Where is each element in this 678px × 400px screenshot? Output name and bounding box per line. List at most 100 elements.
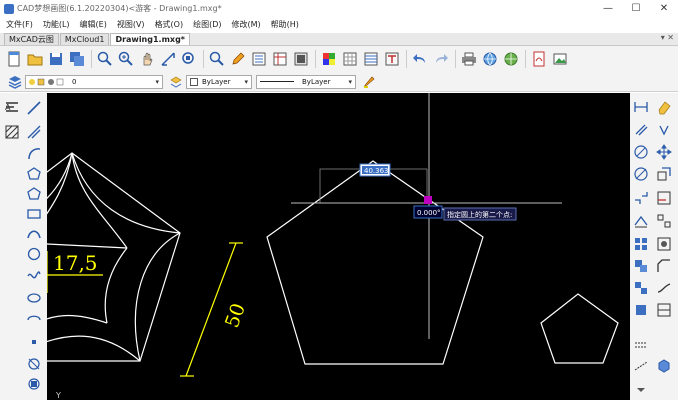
offset-icon[interactable] bbox=[631, 256, 651, 276]
fillet-icon[interactable] bbox=[654, 278, 674, 298]
eraser-icon[interactable] bbox=[654, 97, 674, 117]
menu-help[interactable]: 帮助(H) bbox=[271, 19, 299, 30]
menu-format[interactable]: 格式(O) bbox=[155, 19, 184, 30]
scroll-arrow-icon[interactable] bbox=[631, 378, 651, 398]
text-icon[interactable]: A bbox=[3, 99, 21, 117]
pentagon-small bbox=[540, 293, 619, 364]
angle-input-box[interactable]: 0.000° bbox=[413, 205, 443, 219]
maximize-button[interactable]: ☐ bbox=[622, 0, 650, 17]
pencil-icon[interactable] bbox=[228, 49, 248, 69]
copy-icon[interactable] bbox=[631, 120, 651, 140]
dimension-text-50: 50 bbox=[221, 300, 250, 330]
tab-drawing1[interactable]: Drawing1.mxg* bbox=[110, 33, 190, 45]
region-icon[interactable] bbox=[25, 375, 43, 393]
color-combo[interactable]: ByLayer ▾ bbox=[186, 74, 252, 89]
zoom-window-icon[interactable] bbox=[95, 49, 115, 69]
block-icon[interactable] bbox=[291, 49, 311, 69]
group-icon[interactable] bbox=[654, 234, 674, 254]
circle-icon[interactable] bbox=[25, 245, 43, 263]
minimize-button[interactable]: — bbox=[594, 0, 622, 17]
text-style-icon[interactable] bbox=[382, 49, 402, 69]
close-button[interactable]: ✕ bbox=[650, 0, 678, 17]
linetype-preview bbox=[260, 81, 294, 82]
color-value: ByLayer bbox=[202, 77, 231, 86]
title-bar: CAD梦想画图(6.1.20220304)<游客 - Drawing1.mxg*… bbox=[0, 0, 678, 17]
rotate-icon[interactable] bbox=[631, 164, 651, 184]
polygon-icon[interactable] bbox=[25, 165, 43, 183]
trim-icon[interactable] bbox=[654, 188, 674, 208]
ellipse-icon[interactable] bbox=[25, 289, 43, 307]
dimension-icon[interactable] bbox=[158, 49, 178, 69]
join-icon[interactable] bbox=[631, 300, 651, 320]
scale-icon[interactable] bbox=[654, 164, 674, 184]
color-palette-icon[interactable] bbox=[319, 49, 339, 69]
length-input-box[interactable]: 40.363 bbox=[359, 163, 391, 177]
menu-file[interactable]: 文件(F) bbox=[6, 19, 33, 30]
tab-mxcloud1[interactable]: MxCloud1 bbox=[59, 33, 110, 45]
menu-modify[interactable]: 修改(M) bbox=[232, 19, 261, 30]
redo-icon[interactable] bbox=[431, 49, 451, 69]
extend-icon[interactable] bbox=[631, 211, 651, 231]
explode-icon[interactable] bbox=[631, 278, 651, 298]
pdf-icon[interactable] bbox=[529, 49, 549, 69]
menu-draw[interactable]: 绘图(D) bbox=[193, 19, 221, 30]
spline-icon[interactable] bbox=[25, 265, 43, 283]
chamfer-icon[interactable] bbox=[654, 256, 674, 276]
properties-icon[interactable] bbox=[249, 49, 269, 69]
web-icon[interactable] bbox=[501, 49, 521, 69]
undo-icon[interactable] bbox=[410, 49, 430, 69]
insert-block-icon[interactable] bbox=[25, 355, 43, 373]
pentagon-icon[interactable] bbox=[25, 185, 43, 203]
document-tabs: MxCAD云图 MxCloud1 Drawing1.mxg* ▾ ✕ bbox=[0, 33, 678, 46]
open-folder-icon[interactable] bbox=[25, 49, 45, 69]
menu-function[interactable]: 功能(L) bbox=[43, 19, 70, 30]
globe-icon[interactable] bbox=[480, 49, 500, 69]
measure-icon[interactable] bbox=[631, 335, 651, 355]
image-export-icon[interactable] bbox=[550, 49, 570, 69]
save-all-icon[interactable] bbox=[67, 49, 87, 69]
menu-view[interactable]: 视图(V) bbox=[117, 19, 145, 30]
distance-icon[interactable] bbox=[631, 97, 651, 117]
layer-value: 0 bbox=[72, 77, 77, 86]
align-icon[interactable] bbox=[654, 300, 674, 320]
pan-hand-icon[interactable] bbox=[137, 49, 157, 69]
break-icon[interactable] bbox=[654, 211, 674, 231]
copy-objects-icon[interactable] bbox=[654, 120, 674, 140]
array-icon[interactable] bbox=[631, 234, 651, 254]
rectangle-icon[interactable] bbox=[25, 205, 43, 223]
dimension-linear-icon[interactable] bbox=[631, 356, 651, 376]
move-icon[interactable] bbox=[654, 142, 674, 162]
zoom-previous-icon[interactable] bbox=[207, 49, 227, 69]
point-icon[interactable] bbox=[25, 333, 43, 351]
zoom-in-icon[interactable] bbox=[116, 49, 136, 69]
stretch-icon[interactable] bbox=[631, 188, 651, 208]
mirror-icon[interactable] bbox=[631, 142, 651, 162]
menu-edit[interactable]: 编辑(E) bbox=[80, 19, 107, 30]
save-icon[interactable] bbox=[46, 49, 66, 69]
layer-manager-icon[interactable] bbox=[6, 73, 24, 91]
cursor-pickbox bbox=[424, 196, 432, 204]
brush-icon[interactable] bbox=[360, 73, 378, 91]
set-current-layer-icon[interactable] bbox=[167, 73, 185, 91]
drawing-canvas[interactable]: 17,5 50 40.363 0.000° 指定圆上的第二个点: Y bbox=[47, 93, 630, 400]
arc-icon[interactable] bbox=[25, 145, 43, 163]
ellipse-arc-icon[interactable] bbox=[25, 311, 43, 329]
tab-controls[interactable]: ▾ ✕ bbox=[661, 33, 674, 42]
zoom-extents-icon[interactable] bbox=[179, 49, 199, 69]
print-icon[interactable] bbox=[459, 49, 479, 69]
cube-icon[interactable] bbox=[654, 356, 674, 376]
arc-3point-icon[interactable] bbox=[25, 225, 43, 243]
tab-mxcad-cloud[interactable]: MxCAD云图 bbox=[4, 33, 59, 45]
layer-combo[interactable]: 0 ▾ bbox=[25, 74, 163, 89]
new-file-icon[interactable] bbox=[4, 49, 24, 69]
layer-table-icon[interactable] bbox=[270, 49, 290, 69]
window-title: CAD梦想画图(6.1.20220304)<游客 - Drawing1.mxg* bbox=[17, 4, 222, 13]
table-icon[interactable] bbox=[361, 49, 381, 69]
grid-icon[interactable] bbox=[340, 49, 360, 69]
toolbar-divider bbox=[455, 50, 456, 68]
line-icon[interactable] bbox=[25, 99, 43, 117]
linetype-combo[interactable]: ByLayer ▾ bbox=[256, 74, 356, 89]
ray-icon[interactable] bbox=[25, 123, 43, 141]
hatch-icon[interactable] bbox=[3, 123, 21, 141]
chevron-down-icon: ▾ bbox=[348, 77, 352, 86]
